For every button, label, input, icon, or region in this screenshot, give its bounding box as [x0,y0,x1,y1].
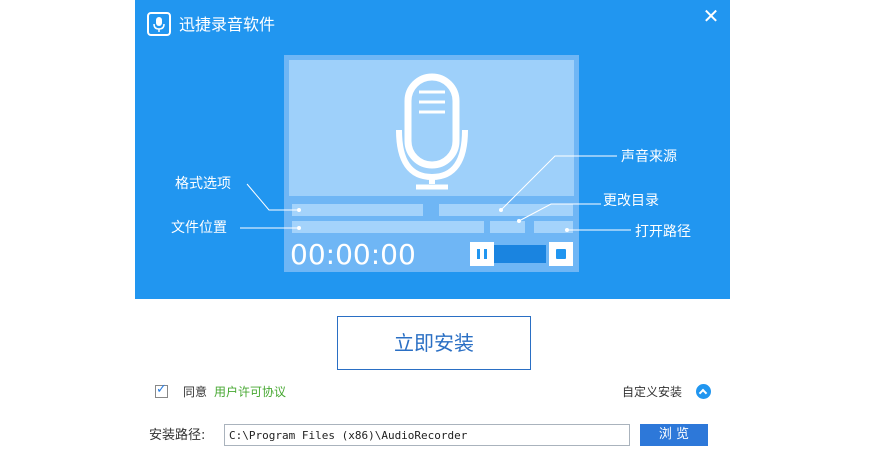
install-path-input[interactable] [224,424,630,446]
sound-source-label: 声音来源 [621,149,677,165]
header-banner: 迅捷录音软件 ✕ 00:00:00 格式选项 文件位置 声音来源 更改目录 打开… [135,0,730,299]
license-agreement-link[interactable]: 用户许可协议 [214,384,286,400]
browse-button[interactable]: 浏 览 [640,424,708,446]
install-now-button[interactable]: 立即安装 [337,316,531,370]
chevron-up-icon[interactable] [696,384,711,399]
install-path-label: 安装路径: [149,428,206,443]
custom-install-link[interactable]: 自定义安装 [622,384,682,400]
open-path-label: 打开路径 [635,224,691,240]
change-dir-label: 更改目录 [603,193,659,209]
agree-label: 同意 [183,385,208,399]
agree-checkbox[interactable] [155,382,168,398]
format-label: 格式选项 [175,176,231,192]
file-location-label: 文件位置 [171,220,227,236]
